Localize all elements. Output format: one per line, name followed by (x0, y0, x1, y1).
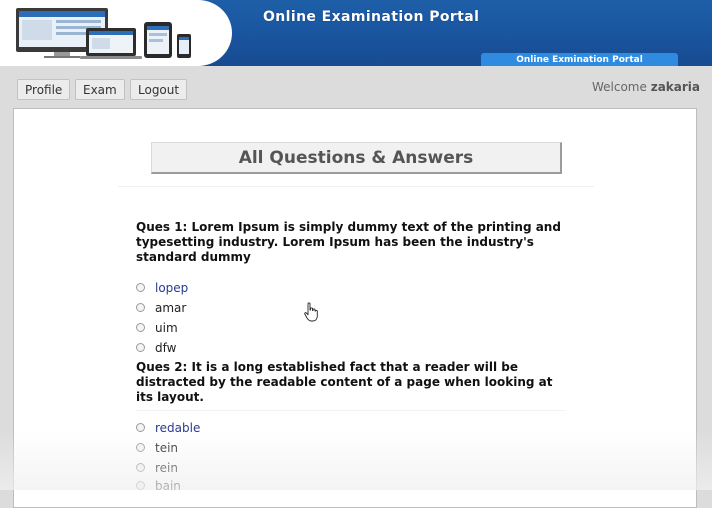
devices-logo-icon (16, 8, 191, 59)
radio-button[interactable] (136, 423, 145, 432)
option-label: lopep (155, 281, 189, 295)
option-label: amar (155, 301, 187, 315)
hand-cursor-icon (304, 302, 318, 326)
exam-button[interactable]: Exam (75, 79, 125, 100)
radio-button[interactable] (136, 343, 145, 352)
radio-button[interactable] (136, 283, 145, 292)
option-label: redable (155, 421, 201, 435)
divider (118, 186, 594, 187)
page-title: All Questions & Answers (151, 142, 562, 174)
radio-button[interactable] (136, 323, 145, 332)
divider (136, 410, 566, 411)
portal-subtitle-tab: Online Exmination Portal (481, 53, 678, 66)
radio-button[interactable] (136, 481, 145, 490)
welcome-prefix: Welcome (591, 80, 647, 94)
username: zakaria (650, 80, 700, 94)
option-label: uim (155, 321, 178, 335)
portal-title: Online Examination Portal (263, 9, 480, 25)
welcome-message: Welcome zakaria (592, 80, 700, 94)
radio-button[interactable] (136, 463, 145, 472)
radio-button[interactable] (136, 303, 145, 312)
radio-button[interactable] (136, 443, 145, 452)
option-label: rein (155, 461, 178, 475)
header-banner: Online Examination Portal Online Exminat… (0, 0, 712, 66)
question-2-text: Ques 2: It is a long established fact th… (136, 360, 553, 404)
logout-button[interactable]: Logout (130, 79, 188, 100)
option-label: bain (155, 479, 181, 493)
option-label: dfw (155, 341, 177, 355)
portal-logo (0, 0, 232, 66)
question-1-text: Ques 1: Lorem Ipsum is simply dummy text… (136, 220, 561, 264)
option-label: tein (155, 441, 179, 455)
profile-button[interactable]: Profile (17, 79, 71, 100)
